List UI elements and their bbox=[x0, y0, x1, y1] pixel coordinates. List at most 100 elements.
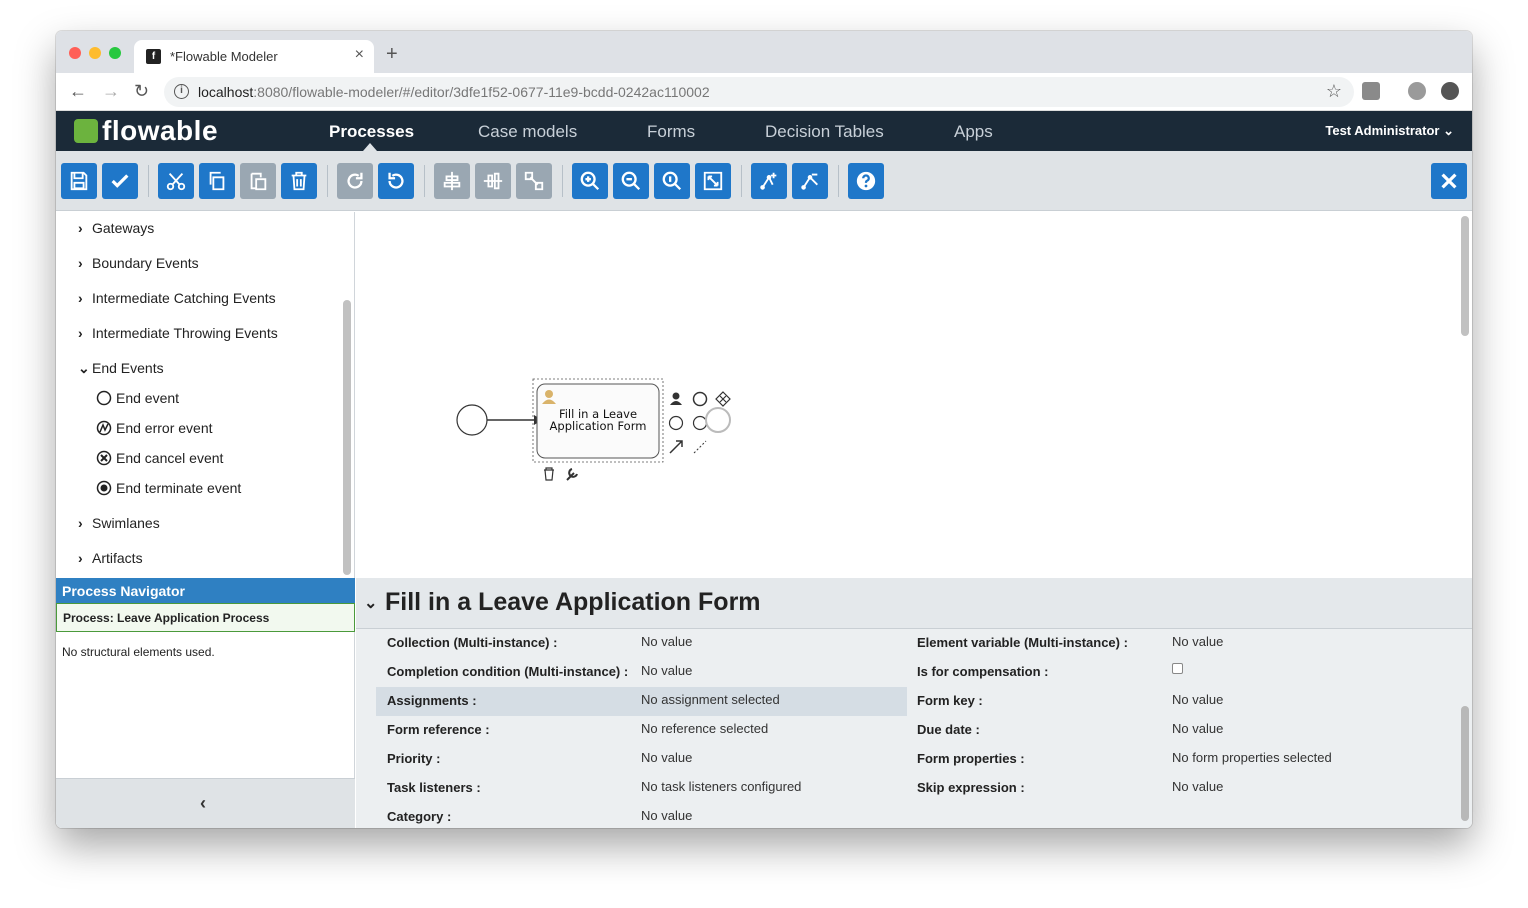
diagram-svg: Fill in a Leave Application Form bbox=[456, 378, 731, 481]
nav-processes[interactable]: Processes bbox=[329, 122, 414, 142]
copy-button[interactable] bbox=[199, 163, 235, 199]
paste-button[interactable] bbox=[240, 163, 276, 199]
prop-value-completion-condition[interactable]: No value bbox=[641, 663, 692, 678]
bookmark-star-icon[interactable]: ☆ bbox=[1326, 81, 1342, 102]
is-for-compensation-checkbox[interactable] bbox=[1172, 663, 1183, 674]
browser-tab[interactable]: f *Flowable Modeler × bbox=[134, 40, 374, 73]
context-pad-association-icon[interactable] bbox=[693, 440, 707, 454]
canvas-scrollbar[interactable] bbox=[1461, 216, 1469, 336]
context-pad-intermediate-event-icon[interactable] bbox=[668, 415, 684, 431]
context-pad-user-task-icon[interactable] bbox=[670, 392, 682, 406]
collapse-panel-button[interactable]: ‹ bbox=[56, 778, 355, 828]
redo-icon bbox=[347, 172, 363, 189]
chevron-down-icon[interactable]: ⌄ bbox=[364, 593, 377, 613]
forward-arrow-icon[interactable]: → bbox=[102, 81, 120, 102]
tab-close-icon[interactable]: × bbox=[355, 46, 364, 64]
remove-bendpoint-icon bbox=[801, 173, 818, 190]
database-extension-icon[interactable] bbox=[1362, 82, 1380, 100]
close-window-button[interactable] bbox=[69, 47, 81, 59]
palette-group-swimlanes[interactable]: › Swimlanes bbox=[78, 515, 160, 531]
reload-icon[interactable]: ↻ bbox=[134, 81, 149, 102]
palette-item-end-cancel-event[interactable]: End cancel event bbox=[96, 450, 223, 466]
add-bendpoint-icon bbox=[760, 172, 777, 190]
close-icon bbox=[1441, 173, 1457, 189]
palette-group-end-events[interactable]: ⌄ End Events bbox=[78, 360, 164, 377]
properties-scrollbar[interactable] bbox=[1461, 706, 1469, 821]
context-pad-end-event-icon[interactable] bbox=[692, 391, 708, 407]
prop-label-form-reference: Form reference : bbox=[387, 722, 490, 737]
prop-value-category[interactable]: No value bbox=[641, 808, 692, 823]
cut-button[interactable] bbox=[158, 163, 194, 199]
prop-value-due-date[interactable]: No value bbox=[1172, 721, 1223, 736]
align-vertical-button[interactable] bbox=[475, 163, 511, 199]
zoom-fit-button[interactable] bbox=[695, 163, 731, 199]
close-editor-button[interactable] bbox=[1431, 163, 1467, 199]
prop-value-form-key[interactable]: No value bbox=[1172, 692, 1223, 707]
palette-group-intermediate-catching-events[interactable]: › Intermediate Catching Events bbox=[78, 290, 276, 306]
same-size-button[interactable] bbox=[516, 163, 552, 199]
chevron-down-icon: ⌄ bbox=[78, 360, 90, 376]
save-button[interactable] bbox=[61, 163, 97, 199]
context-pad-hover-ring-icon bbox=[705, 407, 731, 433]
prop-value-task-listeners[interactable]: No task listeners configured bbox=[641, 779, 801, 794]
context-pad-boundary-event-icon[interactable] bbox=[692, 415, 708, 431]
palette-group-intermediate-throwing-events[interactable]: › Intermediate Throwing Events bbox=[78, 325, 278, 341]
palette-item-end-error-event[interactable]: End error event bbox=[96, 420, 213, 436]
zoom-actual-icon bbox=[662, 171, 682, 191]
palette-item-end-terminate-event[interactable]: End terminate event bbox=[96, 480, 241, 496]
palette-group-artifacts[interactable]: › Artifacts bbox=[78, 550, 143, 566]
save-icon bbox=[70, 171, 88, 191]
prop-value-element-variable[interactable]: No value bbox=[1172, 634, 1223, 649]
info-icon[interactable]: i bbox=[174, 84, 189, 99]
zoom-actual-button[interactable] bbox=[654, 163, 690, 199]
toolbar-separator bbox=[562, 165, 563, 197]
prop-value-priority[interactable]: No value bbox=[641, 750, 692, 765]
toolbar-separator bbox=[838, 165, 839, 197]
nav-case-models[interactable]: Case models bbox=[478, 122, 577, 142]
user-menu[interactable]: Test Administrator ⌄ bbox=[1325, 123, 1454, 139]
remove-bendpoint-button[interactable] bbox=[792, 163, 828, 199]
back-arrow-icon[interactable]: ← bbox=[69, 81, 87, 102]
toolbar-separator bbox=[148, 165, 149, 197]
diagram-canvas[interactable]: Fill in a Leave Application Form bbox=[356, 212, 1472, 578]
align-horizontal-button[interactable] bbox=[434, 163, 470, 199]
nav-apps[interactable]: Apps bbox=[954, 122, 993, 142]
zoom-in-button[interactable] bbox=[572, 163, 608, 199]
zoom-out-button[interactable] bbox=[613, 163, 649, 199]
update-extension-icon[interactable] bbox=[1441, 82, 1459, 100]
properties-header[interactable]: ⌄ Fill in a Leave Application Form bbox=[356, 578, 1472, 629]
navigator-process-item[interactable]: Process: Leave Application Process bbox=[56, 603, 355, 632]
prop-value-skip-expression[interactable]: No value bbox=[1172, 779, 1223, 794]
chevron-right-icon: › bbox=[78, 255, 83, 271]
palette-item-end-event[interactable]: End event bbox=[96, 390, 179, 406]
prop-value-form-reference[interactable]: No reference selected bbox=[641, 721, 768, 736]
delete-element-icon[interactable] bbox=[544, 467, 554, 481]
prop-value-form-properties[interactable]: No form properties selected bbox=[1172, 750, 1332, 765]
start-event-shape[interactable] bbox=[456, 404, 488, 436]
undo-icon bbox=[388, 172, 404, 189]
wrench-icon[interactable] bbox=[566, 468, 578, 481]
nav-forms[interactable]: Forms bbox=[647, 122, 695, 142]
context-pad-gateway-icon[interactable] bbox=[715, 391, 731, 407]
profile-avatar-icon[interactable] bbox=[1408, 82, 1426, 100]
validate-button[interactable] bbox=[102, 163, 138, 199]
redo-button[interactable] bbox=[337, 163, 373, 199]
undo-button[interactable] bbox=[378, 163, 414, 199]
prop-value-assignments[interactable]: No assignment selected bbox=[641, 692, 780, 707]
end-terminate-event-icon bbox=[96, 480, 112, 496]
palette-group-boundary-events[interactable]: › Boundary Events bbox=[78, 255, 199, 271]
prop-value-collection[interactable]: No value bbox=[641, 634, 692, 649]
chevron-right-icon: › bbox=[78, 515, 83, 531]
maximize-window-button[interactable] bbox=[109, 47, 121, 59]
active-nav-caret bbox=[363, 143, 377, 151]
url-input[interactable]: i localhost:8080/flowable-modeler/#/edit… bbox=[164, 77, 1354, 107]
palette-group-gateways[interactable]: › Gateways bbox=[78, 220, 154, 236]
minimize-window-button[interactable] bbox=[89, 47, 101, 59]
palette-scrollbar[interactable] bbox=[343, 300, 351, 575]
add-bendpoint-button[interactable] bbox=[751, 163, 787, 199]
help-button[interactable] bbox=[848, 163, 884, 199]
new-tab-icon[interactable]: + bbox=[386, 43, 398, 66]
context-pad-connect-arrow-icon[interactable] bbox=[669, 440, 683, 454]
delete-button[interactable] bbox=[281, 163, 317, 199]
nav-decision-tables[interactable]: Decision Tables bbox=[765, 122, 884, 142]
